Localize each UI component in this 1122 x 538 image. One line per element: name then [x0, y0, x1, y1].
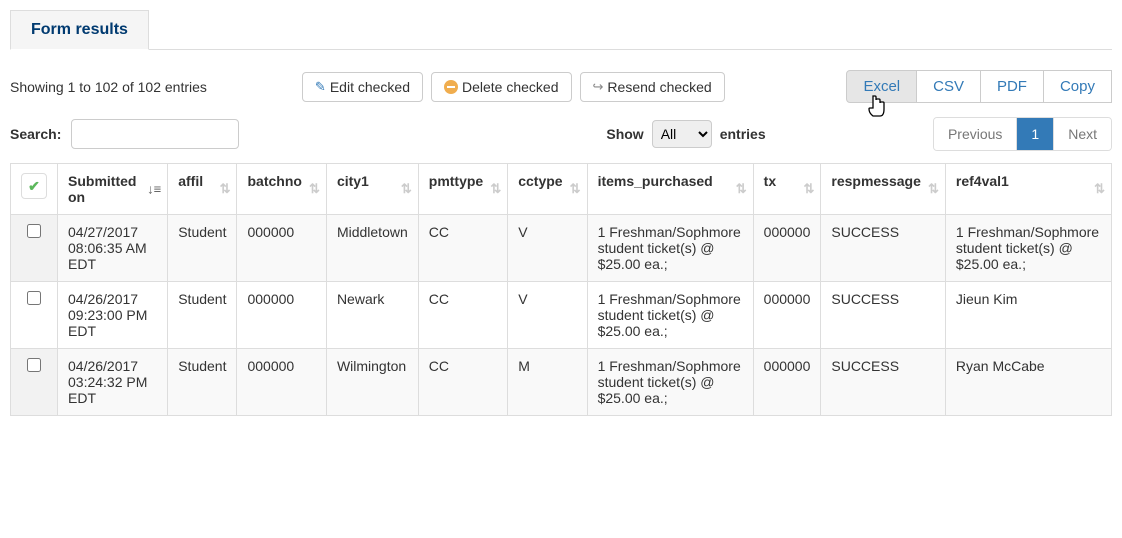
export-csv-button[interactable]: CSV: [917, 70, 981, 103]
delete-checked-label: Delete checked: [462, 79, 559, 95]
cell-batchno: 000000: [237, 349, 326, 416]
column-checkbox: ✔: [11, 164, 58, 215]
column-pmttype[interactable]: pmttype⇅: [418, 164, 507, 215]
search-label: Search:: [10, 126, 61, 142]
cell-affil: Student: [168, 349, 237, 416]
cell-pmttype: CC: [418, 282, 507, 349]
pagination: Previous 1 Next: [933, 117, 1112, 151]
cell-ref4val1: Ryan McCabe: [945, 349, 1111, 416]
cell-respmessage: SUCCESS: [821, 215, 946, 282]
cell-tx: 000000: [753, 349, 821, 416]
sort-icon: ⇅: [736, 181, 747, 197]
sort-icon: ⇅: [570, 181, 581, 197]
column-tx[interactable]: tx⇅: [753, 164, 821, 215]
column-affil[interactable]: affil⇅: [168, 164, 237, 215]
show-entries-select[interactable]: All: [652, 120, 712, 148]
cell-tx: 000000: [753, 282, 821, 349]
sort-icon: ⇅: [803, 181, 814, 197]
export-pdf-button[interactable]: PDF: [981, 70, 1044, 103]
cell-submitted-on: 04/26/2017 09:23:00 PM EDT: [58, 282, 168, 349]
cell-city1: Newark: [326, 282, 418, 349]
pagination-next[interactable]: Next: [1054, 118, 1111, 150]
minus-circle-icon: [444, 80, 458, 94]
column-submitted-on[interactable]: Submitted on↓≡: [58, 164, 168, 215]
cell-respmessage: SUCCESS: [821, 349, 946, 416]
sort-icon: ⇅: [309, 181, 320, 197]
cell-ref4val1: 1 Freshman/Sophmore student ticket(s) @ …: [945, 215, 1111, 282]
row-checkbox[interactable]: [27, 358, 41, 372]
cell-ref4val1: Jieun Kim: [945, 282, 1111, 349]
edit-checked-button[interactable]: ✎ Edit checked: [302, 72, 423, 102]
entries-info: Showing 1 to 102 of 102 entries: [10, 79, 207, 95]
cell-submitted-on: 04/26/2017 03:24:32 PM EDT: [58, 349, 168, 416]
resend-checked-label: Resend checked: [607, 79, 711, 95]
sort-icon: ⇅: [401, 181, 412, 197]
cell-tx: 000000: [753, 215, 821, 282]
show-label-post: entries: [720, 126, 766, 142]
pagination-previous[interactable]: Previous: [934, 118, 1017, 150]
redo-icon: ↪: [593, 79, 604, 95]
search-input[interactable]: [71, 119, 239, 149]
export-copy-button[interactable]: Copy: [1044, 70, 1112, 103]
column-cctype[interactable]: cctype⇅: [508, 164, 587, 215]
cell-items-purchased: 1 Freshman/Sophmore student ticket(s) @ …: [587, 282, 753, 349]
row-checkbox-cell: [11, 349, 58, 416]
export-excel-button[interactable]: Excel: [846, 70, 917, 103]
pencil-icon: ✎: [315, 79, 326, 95]
row-checkbox-cell: [11, 282, 58, 349]
cell-pmttype: CC: [418, 215, 507, 282]
results-table: ✔ Submitted on↓≡ affil⇅ batchno⇅ city1⇅ …: [10, 163, 1112, 416]
sort-desc-icon: ↓≡: [147, 182, 161, 197]
sort-icon: ⇅: [220, 181, 231, 197]
cell-submitted-on: 04/27/2017 08:06:35 AM EDT: [58, 215, 168, 282]
tab-header: Form results: [10, 10, 1112, 50]
table-row: 04/26/2017 09:23:00 PM EDTStudent000000N…: [11, 282, 1112, 349]
table-row: 04/27/2017 08:06:35 AM EDTStudent000000M…: [11, 215, 1112, 282]
cell-batchno: 000000: [237, 282, 326, 349]
row-checkbox-cell: [11, 215, 58, 282]
cell-items-purchased: 1 Freshman/Sophmore student ticket(s) @ …: [587, 215, 753, 282]
cell-cctype: V: [508, 215, 587, 282]
column-city1[interactable]: city1⇅: [326, 164, 418, 215]
tab-form-results[interactable]: Form results: [10, 10, 149, 50]
cell-respmessage: SUCCESS: [821, 282, 946, 349]
sort-icon: ⇅: [1094, 181, 1105, 197]
edit-checked-label: Edit checked: [330, 79, 410, 95]
cell-affil: Student: [168, 282, 237, 349]
show-label-pre: Show: [606, 126, 643, 142]
pagination-page-1[interactable]: 1: [1017, 118, 1054, 150]
cell-cctype: V: [508, 282, 587, 349]
column-ref4val1[interactable]: ref4val1⇅: [945, 164, 1111, 215]
sort-icon: ⇅: [928, 181, 939, 197]
cell-cctype: M: [508, 349, 587, 416]
cell-items-purchased: 1 Freshman/Sophmore student ticket(s) @ …: [587, 349, 753, 416]
column-respmessage[interactable]: respmessage⇅: [821, 164, 946, 215]
cell-city1: Middletown: [326, 215, 418, 282]
table-row: 04/26/2017 03:24:32 PM EDTStudent000000W…: [11, 349, 1112, 416]
check-all-button[interactable]: ✔: [21, 173, 47, 199]
cell-city1: Wilmington: [326, 349, 418, 416]
delete-checked-button[interactable]: Delete checked: [431, 72, 572, 102]
cell-batchno: 000000: [237, 215, 326, 282]
row-checkbox[interactable]: [27, 291, 41, 305]
sort-icon: ⇅: [490, 181, 501, 197]
column-batchno[interactable]: batchno⇅: [237, 164, 326, 215]
row-checkbox[interactable]: [27, 224, 41, 238]
resend-checked-button[interactable]: ↪ Resend checked: [580, 72, 725, 102]
cell-pmttype: CC: [418, 349, 507, 416]
column-items-purchased[interactable]: items_purchased⇅: [587, 164, 753, 215]
cell-affil: Student: [168, 215, 237, 282]
export-button-group: Excel CSV PDF Copy: [846, 70, 1112, 103]
